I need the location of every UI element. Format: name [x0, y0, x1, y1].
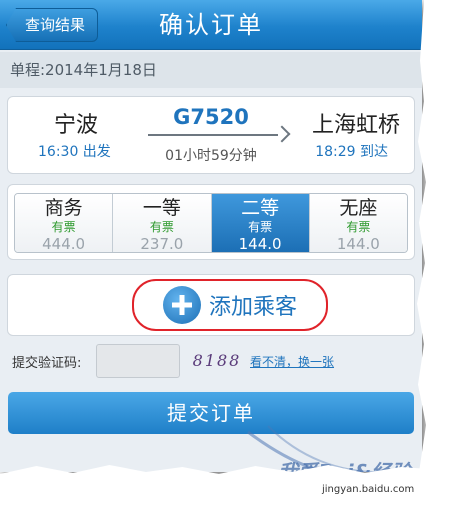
seat-class-card: 商务 有票 444.0 一等 有票 237.0 二等 有票 144.0 无座 有… [7, 184, 415, 260]
seat-class-selector: 商务 有票 444.0 一等 有票 237.0 二等 有票 144.0 无座 有… [14, 193, 408, 253]
seat-price: 237.0 [140, 235, 184, 253]
seat-class-label: 商务 [44, 197, 83, 219]
order-confirm-screen: 查询结果 确认订单 单程:2014年1月18日 宁波 G7520 上海虹桥 16… [0, 0, 422, 472]
route-arrow-icon [148, 134, 278, 136]
captcha-label: 提交验证码: [12, 356, 82, 371]
seat-price: 144.0 [238, 235, 282, 253]
captcha-image: 8188 [192, 351, 242, 370]
arrival-time: 18:29 到达 [315, 144, 388, 160]
seat-option-no-seat[interactable]: 无座 有票 144.0 [309, 194, 407, 253]
add-passenger-button[interactable]: 添加乘客 [132, 279, 328, 331]
top-bar: 查询结果 确认订单 [0, 0, 422, 50]
refresh-captcha-link[interactable]: 看不清，换一张 [250, 353, 334, 370]
watermark-url: jingyan.baidu.com [322, 484, 415, 495]
page-title: 确认订单 [159, 11, 263, 39]
seat-class-label: 无座 [339, 197, 378, 219]
seat-availability: 有票 [248, 220, 273, 234]
arrival-station: 上海虹桥 [311, 113, 400, 138]
train-info-card: 宁波 G7520 上海虹桥 16:30 出发 01小时59分钟 18:29 到达 [7, 96, 415, 174]
plus-circle-icon [162, 286, 201, 324]
seat-option-first-class[interactable]: 一等 有票 237.0 [113, 194, 212, 253]
trip-date: 单程:2014年1月18日 [0, 52, 422, 88]
seat-availability: 有票 [51, 220, 76, 234]
seat-availability: 有票 [149, 220, 174, 234]
add-passenger-card: 添加乘客 [7, 274, 415, 336]
seat-price: 144.0 [336, 235, 380, 253]
add-passenger-label: 添加乘客 [208, 295, 297, 320]
captcha-input[interactable] [96, 344, 180, 378]
seat-availability: 有票 [346, 220, 371, 234]
seat-option-second-class[interactable]: 二等 有票 144.0 [211, 194, 310, 253]
seat-class-label: 二等 [241, 197, 280, 219]
seat-option-business[interactable]: 商务 有票 444.0 [15, 194, 114, 253]
seat-class-label: 一等 [142, 197, 181, 219]
seat-price: 444.0 [42, 235, 86, 253]
